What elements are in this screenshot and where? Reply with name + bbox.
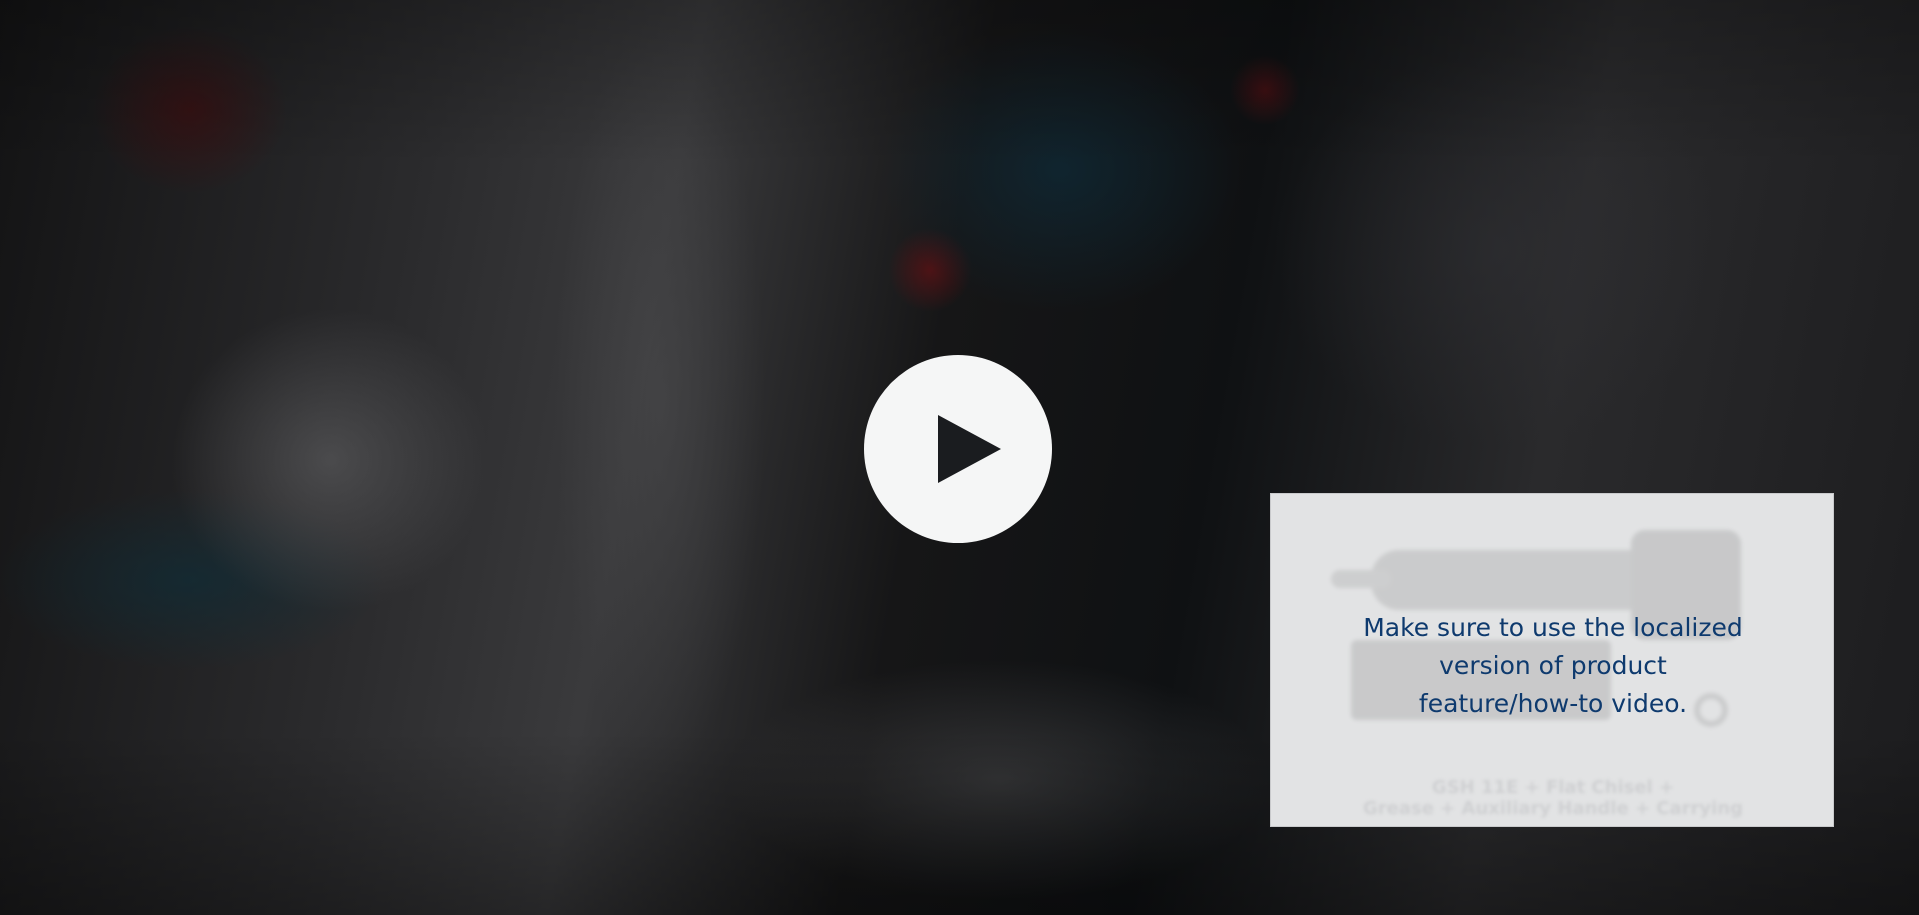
- localization-notice-text: Make sure to use the localized version o…: [1311, 609, 1795, 723]
- video-player[interactable]: Make sure to use the localized version o…: [0, 0, 1919, 915]
- caption-line: Grease + Auxiliary Handle + Carrying: [1362, 798, 1744, 819]
- notice-line: feature/how-to video.: [1418, 689, 1688, 718]
- video-thumbnail-notice: Make sure to use the localized version o…: [1270, 493, 1834, 827]
- product-caption: GSH 11E + Flat Chisel + Grease + Auxilia…: [1291, 777, 1815, 819]
- play-icon: [938, 415, 1001, 483]
- notice-line: version of product: [1439, 651, 1667, 680]
- notice-line: Make sure to use the localized: [1363, 613, 1743, 642]
- play-button[interactable]: [864, 355, 1052, 543]
- caption-line: GSH 11E + Flat Chisel +: [1431, 777, 1675, 798]
